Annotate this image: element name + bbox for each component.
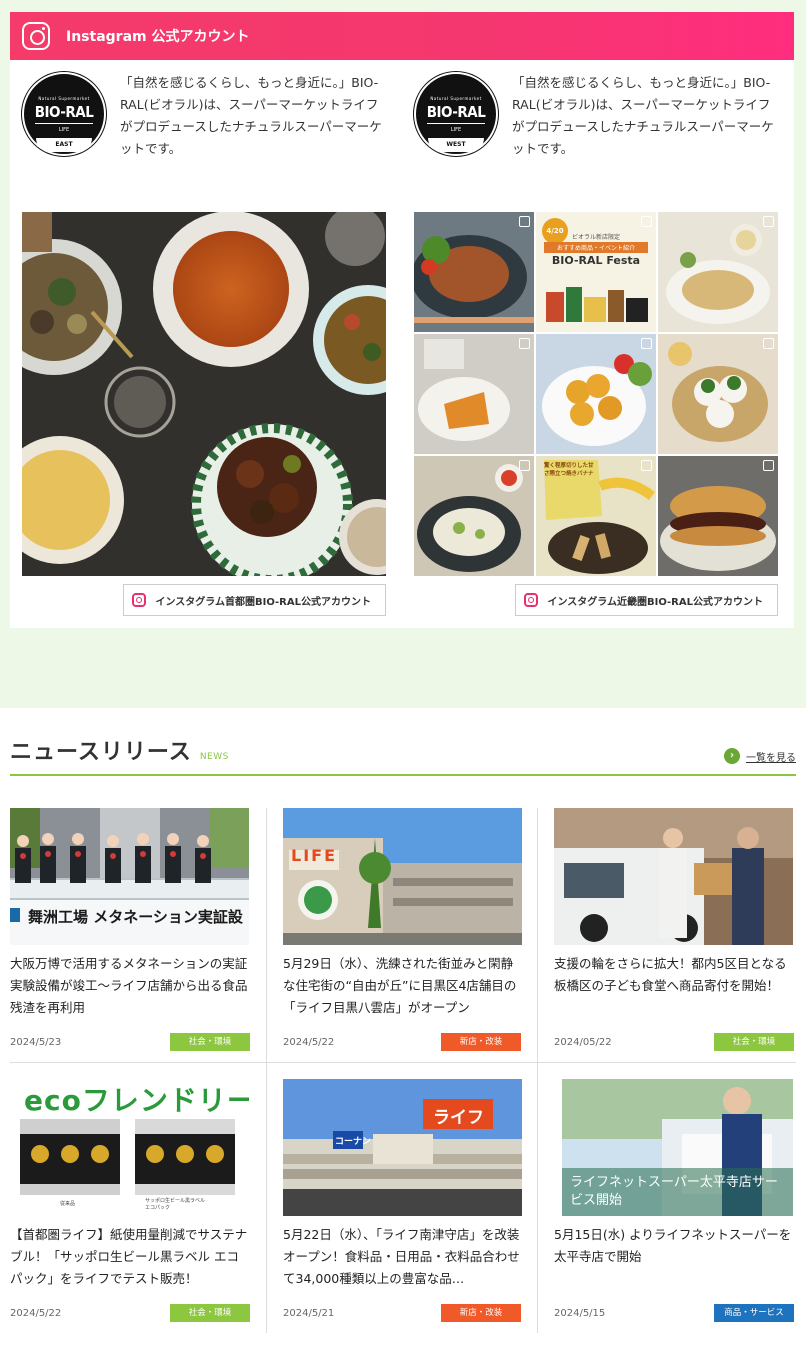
chevron-right-icon: › bbox=[724, 748, 740, 764]
instagram-post[interactable] bbox=[414, 456, 534, 576]
instagram-west-link[interactable]: インスタグラム近畿圏BIO-RAL公式アカウント bbox=[514, 584, 778, 616]
category-badge: 社会・環境 bbox=[170, 1304, 250, 1322]
instagram-east-link[interactable]: インスタグラム首都圏BIO-RAL公式アカウント bbox=[122, 584, 386, 616]
news-image: 舞洲工場 メタネーション実証設 bbox=[10, 808, 249, 945]
instagram-post[interactable] bbox=[414, 334, 534, 454]
food-table-photo bbox=[22, 212, 386, 576]
news-date: 2024/05/22 bbox=[554, 1036, 612, 1048]
instagram-post[interactable] bbox=[658, 334, 778, 454]
instagram-icon bbox=[131, 593, 146, 607]
news-headline: 【首都圏ライフ】紙使用量削減でサステナブル！「サッポロ生ビール黒ラベル エコパッ… bbox=[10, 1227, 248, 1286]
reel-icon bbox=[763, 216, 774, 227]
multi-image-icon bbox=[763, 338, 774, 349]
news-date: 2024/5/21 bbox=[283, 1307, 335, 1319]
news-headline: 5月15日(水) よりライフネットスーパーを太平寺店で開始 bbox=[554, 1227, 792, 1264]
account-description: 「自然を感じるくらし、もっと身近に。」BIO-RAL(ビオラル)は、スーパーマー… bbox=[512, 75, 774, 156]
multi-image-icon bbox=[641, 216, 652, 227]
multi-image-icon bbox=[519, 338, 530, 349]
instagram-icon bbox=[22, 22, 50, 50]
instagram-title: Instagram 公式アカウント bbox=[66, 29, 250, 45]
instagram-post-grid: 4/20 ビオラル新店限定 おすすめ商品・イベント紹介 BIO-RAL Fest… bbox=[414, 212, 778, 576]
news-title: ニュースリリース bbox=[10, 740, 192, 765]
instagram-account-east: Natural Supermarket BIO-RAL LIFE EAST 「自… bbox=[22, 72, 386, 616]
news-image: LIFE bbox=[283, 808, 522, 945]
news-image-caption: ライフネットスーパー太平寺店サービス開始 bbox=[562, 1168, 793, 1216]
instagram-header: Instagram 公式アカウント bbox=[10, 12, 794, 60]
news-item[interactable]: ライフネットスーパー太平寺店サービス開始 5月15日(水) よりライフネットスー… bbox=[538, 1063, 794, 1333]
bio-ral-east-logo: Natural Supermarket BIO-RAL LIFE EAST bbox=[22, 72, 106, 156]
news-image: ライフ コーナン bbox=[283, 1079, 522, 1216]
instagram-post[interactable] bbox=[414, 212, 534, 332]
multi-image-icon bbox=[763, 460, 774, 471]
instagram-panel: Instagram 公式アカウント Natural Supermarket BI… bbox=[10, 12, 794, 628]
news-date: 2024/5/15 bbox=[554, 1307, 606, 1319]
category-badge: 社会・環境 bbox=[170, 1033, 250, 1051]
news-headline: 大阪万博で活用するメタネーションの実証実験設備が竣工〜ライフ店舗から出る食品残渣… bbox=[10, 956, 248, 1015]
multi-image-icon bbox=[641, 338, 652, 349]
instagram-post[interactable] bbox=[536, 334, 656, 454]
multi-image-icon bbox=[519, 216, 530, 227]
news-headline: 5月22日（水）、「ライフ南津守店」を改装オープン！食料品・日用品・衣料品合わせ… bbox=[283, 1227, 520, 1286]
news-image: ライフネットスーパー太平寺店サービス開始 bbox=[562, 1079, 793, 1216]
instagram-post[interactable]: 驚く程厚切りした甘さ際立つ焼きバナナ bbox=[536, 456, 656, 576]
news-item[interactable]: LIFE 5月29日（水）、洗練された街並みと閑静な住宅街の“自由が丘”に目黒区… bbox=[266, 808, 538, 1062]
news-date: 2024/5/22 bbox=[283, 1036, 335, 1048]
news-item[interactable]: 支援の輪をさらに拡大！都内5区目となる板橋区の子ども食堂へ商品寄付を開始！ 20… bbox=[538, 808, 794, 1062]
account-description: 「自然を感じるくらし、もっと身近に。」BIO-RAL(ビオラル)は、スーパーマー… bbox=[120, 75, 382, 156]
instagram-icon bbox=[523, 593, 538, 607]
news-section: ニュースリリース NEWS › 一覧を見る 舞洲工場 メタネーション実証設 大阪… bbox=[0, 708, 806, 1333]
news-item[interactable]: ecoフレンドリー 従来品 サッポロ生ビール黒ラベル エコパック 【首都圏ライフ… bbox=[10, 1063, 266, 1333]
category-badge: 社会・環境 bbox=[714, 1033, 794, 1051]
news-item[interactable]: 舞洲工場 メタネーション実証設 大阪万博で活用するメタネーションの実証実験設備が… bbox=[10, 808, 266, 1062]
bio-ral-west-logo: Natural Supermarket BIO-RAL LIFE WEST bbox=[414, 72, 498, 156]
multi-image-icon bbox=[641, 460, 652, 471]
instagram-post[interactable] bbox=[658, 456, 778, 576]
instagram-feature-photo[interactable] bbox=[22, 212, 386, 576]
news-date: 2024/5/22 bbox=[10, 1307, 62, 1319]
news-item[interactable]: ライフ コーナン 5月22日（水）、「ライフ南津守店」を改装オープン！食料品・日… bbox=[266, 1063, 538, 1333]
news-header: ニュースリリース NEWS › 一覧を見る bbox=[10, 728, 796, 776]
news-more-link[interactable]: › 一覧を見る bbox=[724, 748, 796, 764]
category-badge: 商品・サービス bbox=[714, 1304, 794, 1322]
news-headline: 5月29日（水）、洗練された街並みと閑静な住宅街の“自由が丘”に目黒区4店舗目の… bbox=[283, 956, 517, 1015]
news-headline: 支援の輪をさらに拡大！都内5区目となる板橋区の子ども食堂へ商品寄付を開始！ bbox=[554, 956, 787, 993]
news-image: ecoフレンドリー 従来品 サッポロ生ビール黒ラベル エコパック bbox=[10, 1079, 249, 1216]
instagram-section: Instagram 公式アカウント Natural Supermarket BI… bbox=[0, 0, 806, 708]
news-date: 2024/5/23 bbox=[10, 1036, 62, 1048]
multi-image-icon bbox=[519, 460, 530, 471]
news-subtitle: NEWS bbox=[199, 752, 229, 762]
news-image bbox=[554, 808, 793, 945]
instagram-account-west: Natural Supermarket BIO-RAL LIFE WEST 「自… bbox=[414, 72, 778, 616]
category-badge: 新店・改装 bbox=[441, 1304, 521, 1322]
instagram-post-festa[interactable]: 4/20 ビオラル新店限定 おすすめ商品・イベント紹介 BIO-RAL Fest… bbox=[536, 212, 656, 332]
category-badge: 新店・改装 bbox=[441, 1033, 521, 1051]
instagram-post[interactable] bbox=[658, 212, 778, 332]
